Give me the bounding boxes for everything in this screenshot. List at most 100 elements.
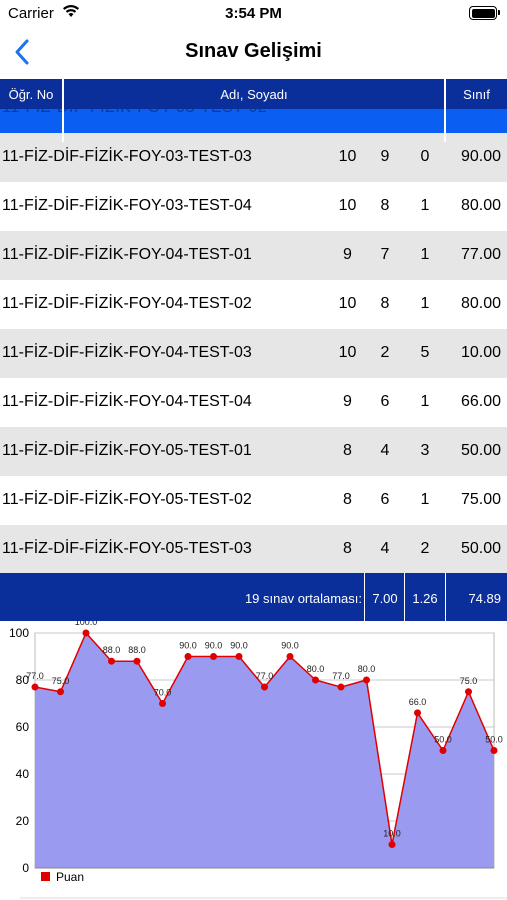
score: 50.00 — [460, 442, 501, 459]
legend-label: Puan — [56, 870, 84, 884]
correct-count: 9 — [380, 148, 390, 165]
wrong-count: 1 — [420, 197, 430, 214]
score: 75.00 — [460, 491, 501, 508]
score: 10.00 — [460, 344, 501, 361]
data-point — [312, 676, 319, 684]
table-row[interactable]: 11-FİZ-DİF-FİZİK-FOY-05-TEST-03 8 4 2 50.00 — [0, 525, 507, 574]
wrong-count: 2 — [420, 540, 430, 557]
data-point — [133, 657, 141, 665]
data-point — [57, 688, 64, 696]
data-point — [490, 747, 498, 754]
wrong-count: 1 — [420, 295, 430, 312]
data-label: 100.0 — [75, 621, 98, 627]
table-row[interactable]: 11-FİZ-DİF-FİZİK-FOY-03-TEST-04 10 8 1 80.00 — [0, 182, 507, 231]
y-tick-label: 0 — [22, 861, 29, 875]
table-row[interactable]: 11-FİZ-DİF-FİZİK-FOY-03-TEST-03 10 9 0 90.00 — [0, 133, 507, 182]
data-point — [337, 683, 345, 691]
header-name: Adı, Soyadı — [220, 87, 288, 102]
table-row[interactable]: 11-FİZ-DİF-FİZİK-FOY-05-TEST-01 8 4 3 50.00 — [0, 427, 507, 476]
data-label: 90.0 — [205, 641, 223, 651]
data-point — [286, 653, 294, 660]
score: 90.00 — [460, 148, 501, 165]
data-point — [235, 653, 243, 660]
exam-name: 11-FİZ-DİF-FİZİK-FOY-05-TEST-03 — [2, 540, 252, 557]
data-label: 90.0 — [281, 641, 299, 651]
page-title: Sınav Gelişimi — [185, 40, 322, 62]
score: 80.00 — [460, 197, 501, 214]
data-point — [388, 841, 396, 848]
data-label: 77.0 — [26, 671, 44, 681]
wrong-count: 0 — [420, 148, 430, 165]
exam-name: 11-FİZ-DİF-FİZİK-FOY-04-TEST-03 — [2, 344, 252, 361]
data-label: 80.0 — [358, 664, 376, 674]
score: 66.00 — [460, 393, 501, 410]
correct-count: 8 — [380, 295, 390, 312]
question-count: 9 — [343, 246, 352, 263]
exam-name: 11-FİZ-DİF-FİZİK-FOY-05-TEST-01 — [2, 442, 252, 459]
navigation-bar: Sınav Gelişimi — [0, 28, 507, 78]
data-point — [414, 709, 421, 717]
header-separator — [444, 79, 446, 142]
legend-swatch — [41, 872, 50, 881]
question-count: 8 — [343, 442, 352, 459]
wrong-count: 3 — [420, 442, 430, 459]
table-row[interactable]: 11-FİZ-DİF-FİZİK-FOY-04-TEST-03 10 2 5 10.00 — [0, 329, 507, 378]
exam-table-body: 11-FİZ-DİF-FİZİK-FOY-03-TEST-03 10 9 0 90.00… — [0, 133, 507, 574]
partial-row-text: 11-FİZ-DİF-FİZİK-FOY-03-TEST-02 — [2, 109, 267, 117]
data-label: 88.0 — [128, 645, 146, 655]
table-row[interactable]: 11-FİZ-DİF-FİZİK-FOY-04-TEST-02 10 8 1 80.00 — [0, 280, 507, 329]
question-count: 9 — [343, 393, 352, 410]
data-point — [210, 653, 217, 660]
average-correct: 7.00 — [372, 591, 398, 606]
header-student-no: Öğr. No — [8, 87, 54, 102]
data-point — [465, 688, 472, 696]
exam-name: 11-FİZ-DİF-FİZİK-FOY-03-TEST-04 — [2, 197, 252, 214]
data-label: 75.0 — [460, 676, 478, 686]
question-count: 10 — [338, 197, 357, 214]
data-label: 66.0 — [409, 697, 427, 707]
header-class: Sınıf — [463, 87, 490, 102]
clock: 3:54 PM — [225, 5, 282, 22]
correct-count: 7 — [380, 246, 390, 263]
wrong-count: 5 — [420, 344, 430, 361]
average-label: 19 sınav ortalaması: — [244, 591, 362, 606]
status-bar: Carrier 3:54 PM — [0, 0, 507, 28]
data-point — [31, 683, 39, 691]
exam-name: 11-FİZ-DİF-FİZİK-FOY-04-TEST-02 — [2, 295, 252, 312]
table-header: Öğr. No Adı, Soyadı Sınıf — [0, 79, 507, 109]
data-label: 80.0 — [307, 664, 325, 674]
table-row[interactable]: 11-FİZ-DİF-FİZİK-FOY-04-TEST-04 9 6 1 66.00 — [0, 378, 507, 427]
question-count: 8 — [343, 491, 352, 508]
data-label: 50.0 — [485, 735, 503, 745]
average-score: 74.89 — [468, 591, 501, 606]
question-count: 10 — [338, 295, 357, 312]
correct-count: 2 — [380, 344, 390, 361]
correct-count: 4 — [380, 442, 390, 459]
score-area — [35, 633, 494, 868]
data-label: 90.0 — [230, 641, 248, 651]
question-count: 8 — [343, 540, 352, 557]
data-point — [363, 676, 370, 684]
table-footer: 19 sınav ortalaması: 7.00 1.26 74.89 — [0, 573, 507, 621]
exam-name: 11-FİZ-DİF-FİZİK-FOY-04-TEST-01 — [2, 246, 252, 263]
table-row[interactable]: 11-FİZ-DİF-FİZİK-FOY-04-TEST-01 9 7 1 77.00 — [0, 231, 507, 280]
battery-icon — [469, 6, 500, 20]
data-point — [108, 657, 115, 665]
data-label: 88.0 — [103, 645, 121, 655]
average-wrong: 1.26 — [412, 591, 438, 606]
exam-name: 11-FİZ-DİF-FİZİK-FOY-03-TEST-03 — [2, 148, 252, 165]
y-tick-label: 20 — [16, 814, 30, 828]
correct-count: 6 — [380, 491, 390, 508]
table-row[interactable]: 11-FİZ-DİF-FİZİK-FOY-05-TEST-02 8 6 1 75.00 — [0, 476, 507, 525]
correct-count: 8 — [380, 197, 390, 214]
correct-count: 4 — [380, 540, 390, 557]
data-label: 75.0 — [52, 676, 70, 686]
question-count: 10 — [338, 344, 357, 361]
footer-separator — [364, 573, 365, 621]
data-label: 50.0 — [434, 735, 452, 745]
y-tick-label: 40 — [16, 767, 30, 781]
data-point — [261, 683, 268, 691]
question-count: 10 — [338, 148, 357, 165]
data-point — [439, 747, 447, 754]
wrong-count: 1 — [420, 246, 430, 263]
